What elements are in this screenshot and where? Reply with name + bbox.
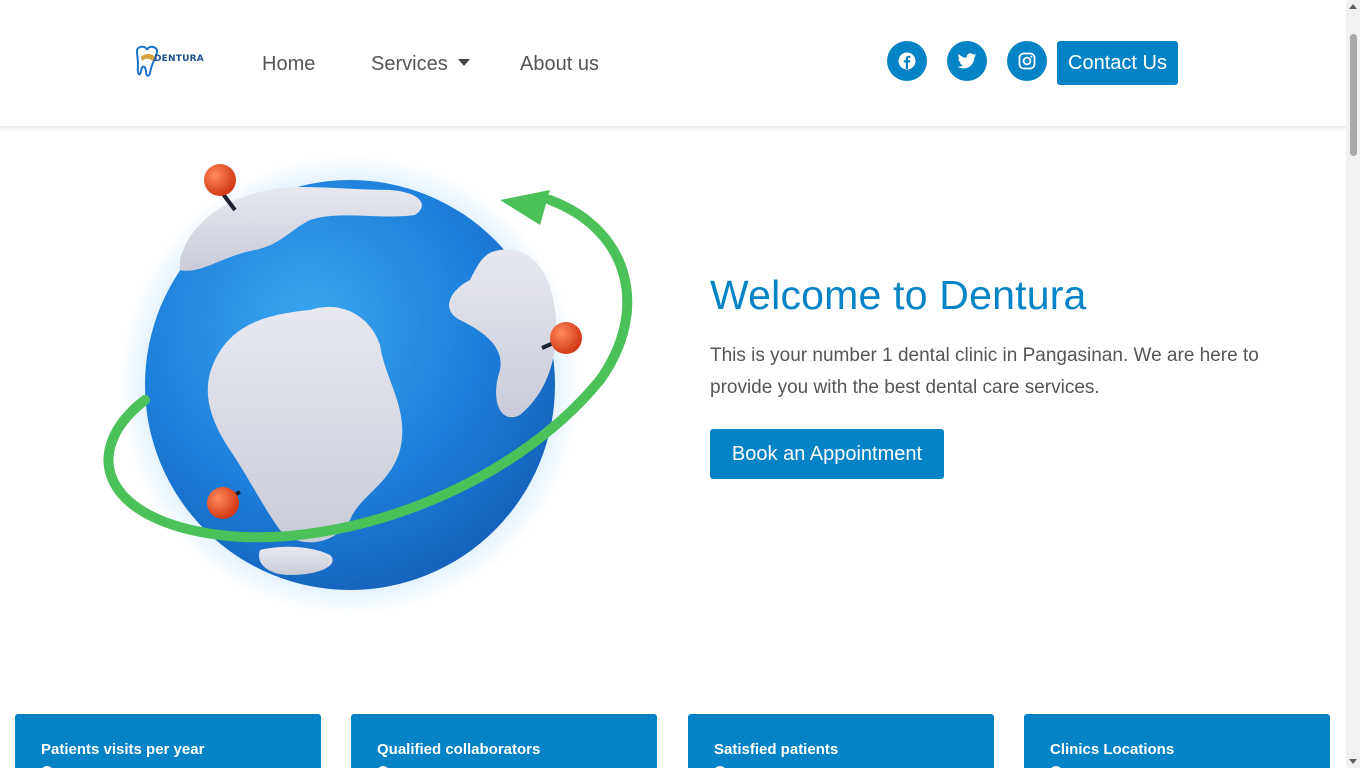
globe-illustration [103,155,633,615]
hero-title: Welcome to Dentura [710,272,1087,318]
twitter-button[interactable] [947,41,987,81]
scroll-down-icon[interactable] [1349,759,1357,764]
facebook-button[interactable] [887,41,927,81]
nav-services-label: Services [371,53,448,75]
contact-us-button[interactable]: Contact Us [1057,41,1178,85]
stat-card: Qualified collaborators [351,714,657,768]
nav-home[interactable]: Home [262,52,315,76]
stat-label: Clinics Locations [1050,741,1175,758]
stat-card: Clinics Locations [1024,714,1330,768]
nav-about[interactable]: About us [520,52,599,76]
chevron-down-icon [457,59,470,67]
logo[interactable]: DENTURA [134,44,206,80]
scroll-thumb[interactable] [1350,34,1357,156]
twitter-icon [957,52,977,68]
scroll-up-icon[interactable] [1349,4,1357,9]
nav-services[interactable]: Services [371,52,470,76]
logo-text: DENTURA [154,54,204,64]
stat-label: Satisfied patients [714,741,839,758]
book-appointment-button[interactable]: Book an Appointment [710,429,944,479]
stat-label: Patients visits per year [41,741,205,758]
stat-card: Patients visits per year [15,714,321,768]
stat-card: Satisfied patients [688,714,994,768]
instagram-button[interactable] [1007,41,1047,81]
stat-label: Qualified collaborators [377,741,541,758]
hero-description: This is your number 1 dental clinic in P… [710,345,1259,398]
instagram-icon [1018,52,1036,70]
scrollbar[interactable] [1346,0,1360,768]
facebook-icon [898,52,916,70]
navbar: DENTURA Home Services About us Contact U… [0,0,1346,127]
hero-text-block: Welcome to Dentura This is your number 1… [710,270,1310,479]
